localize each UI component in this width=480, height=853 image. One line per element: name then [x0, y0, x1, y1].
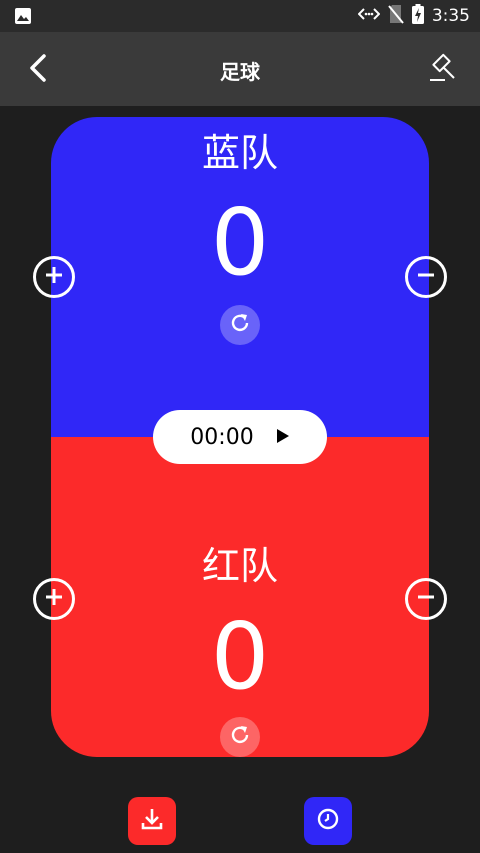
data-arrows-icon — [357, 6, 381, 26]
no-signal-icon — [388, 4, 404, 29]
refresh-icon — [228, 723, 252, 751]
red-reset-button[interactable] — [220, 717, 260, 757]
clock-time: 3:35 — [431, 6, 470, 26]
blue-reset-button[interactable] — [220, 305, 260, 345]
red-add-button[interactable] — [33, 578, 75, 620]
app-bar: 足球 — [0, 32, 480, 106]
refresh-icon — [228, 311, 252, 339]
gavel-icon — [427, 53, 457, 87]
page-title: 足球 — [220, 60, 260, 84]
red-subtract-button[interactable] — [405, 578, 447, 620]
minus-icon — [415, 586, 437, 612]
download-icon — [139, 806, 165, 836]
play-icon[interactable] — [276, 425, 290, 450]
plus-icon — [43, 586, 65, 612]
status-bar: 3:35 — [0, 0, 480, 32]
red-team-score: 0 — [210, 603, 270, 710]
plus-icon — [43, 264, 65, 290]
red-team-name: 红队 — [201, 544, 278, 588]
battery-charging-icon — [411, 3, 424, 29]
match-timer[interactable]: 00:00 — [153, 410, 327, 464]
clock-icon — [316, 807, 340, 835]
blue-add-button[interactable] — [33, 256, 75, 298]
blue-team-name: 蓝队 — [201, 131, 278, 175]
timer-settings-button[interactable] — [304, 797, 352, 845]
download-button[interactable] — [128, 797, 176, 845]
image-icon — [14, 7, 32, 29]
referee-button[interactable] — [422, 52, 462, 88]
minus-icon — [415, 264, 437, 290]
blue-subtract-button[interactable] — [405, 256, 447, 298]
timer-display: 00:00 — [190, 424, 254, 450]
